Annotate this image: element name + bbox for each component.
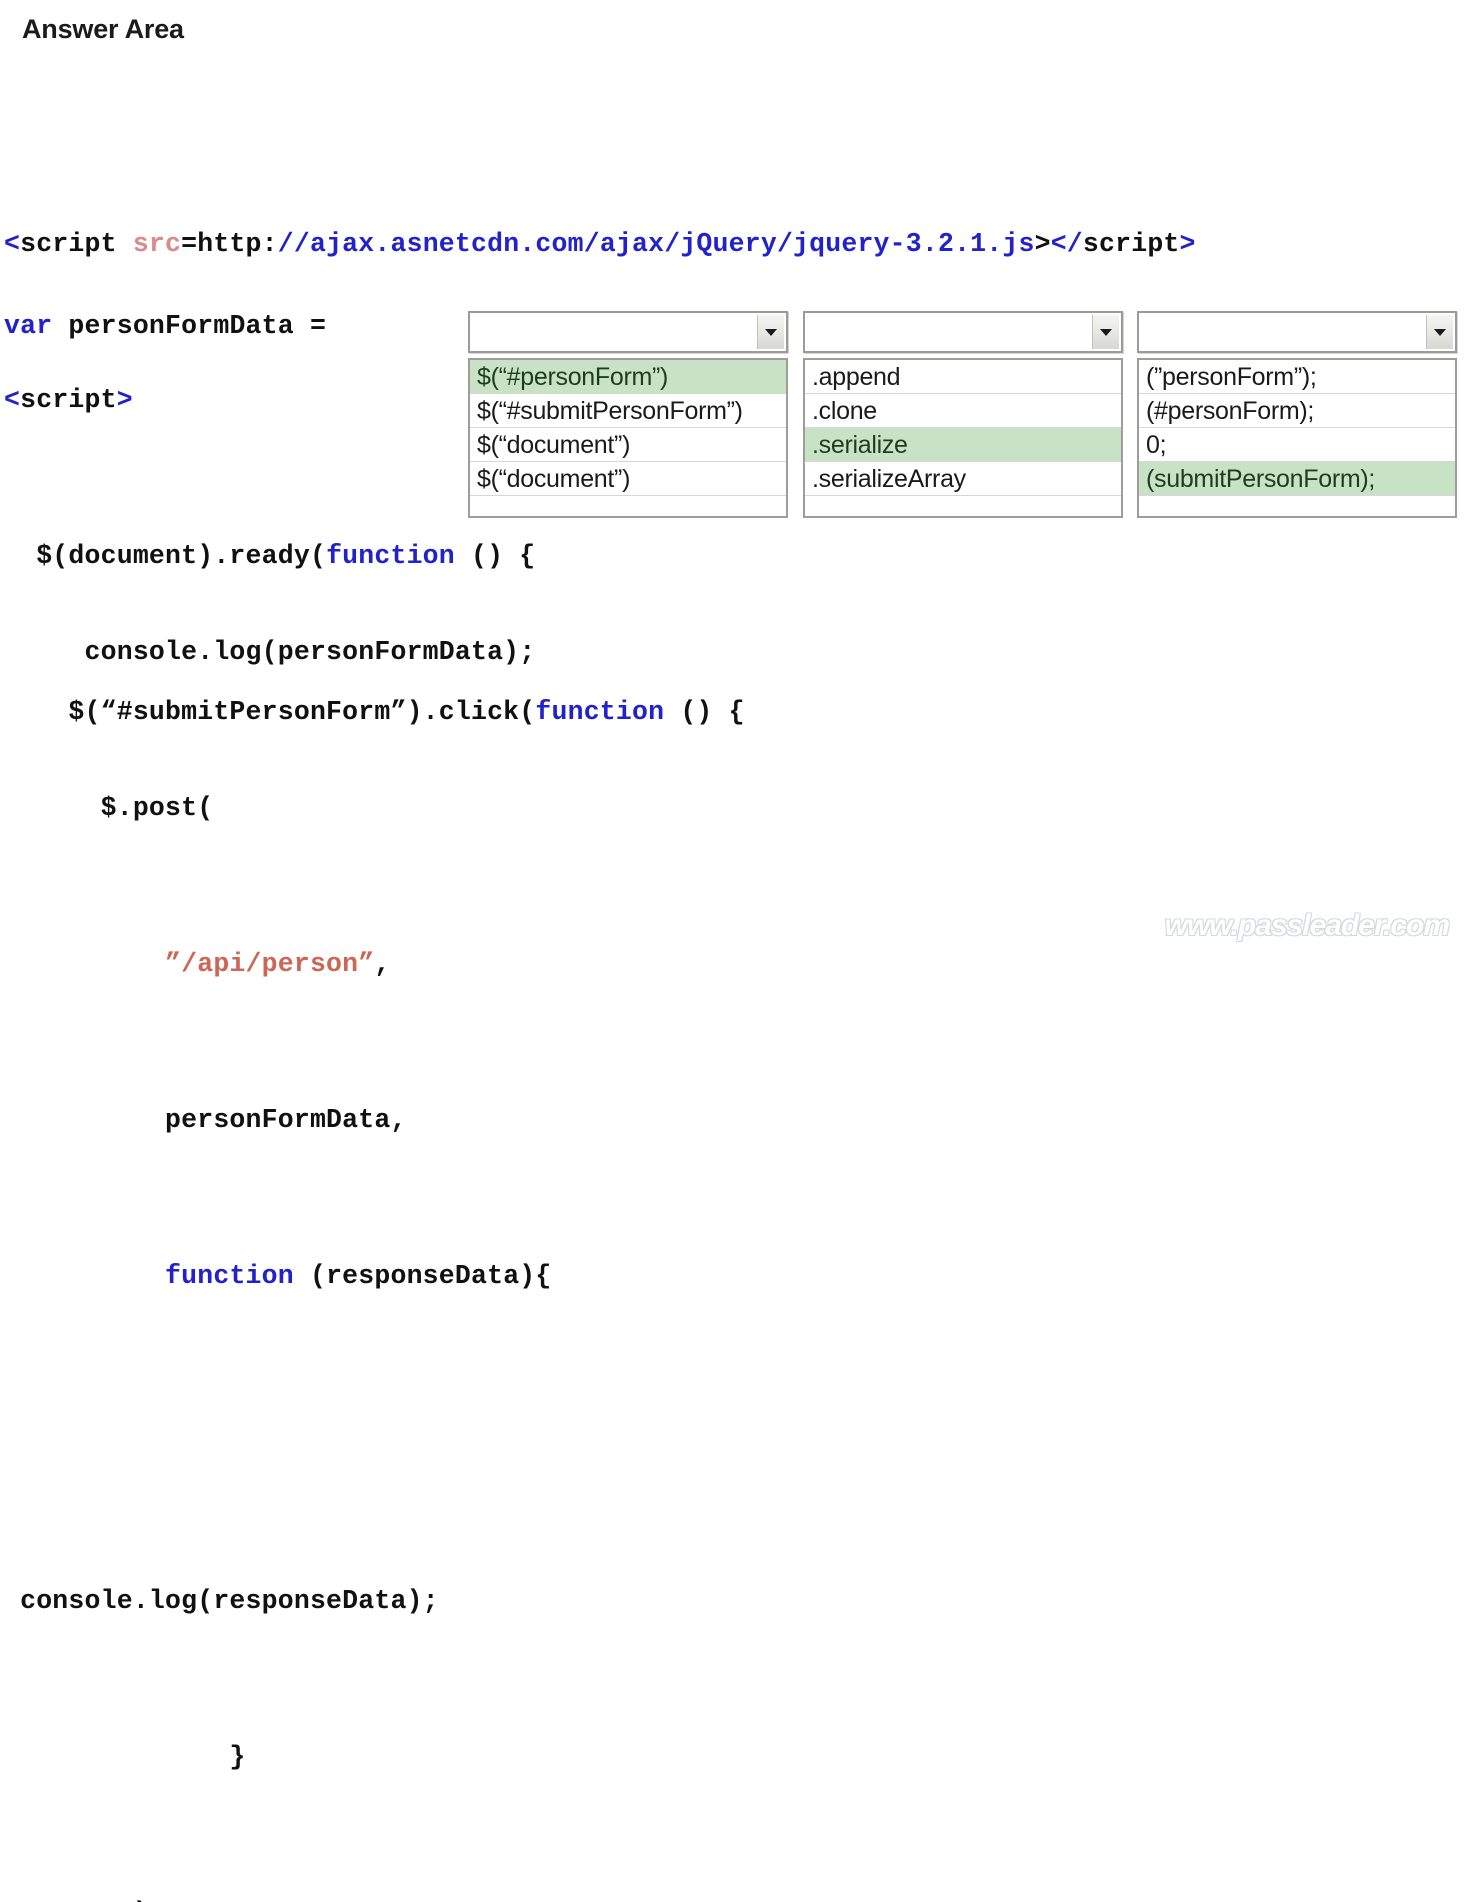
method-dropdown[interactable]: .append .clone .serialize .serializeArra… xyxy=(803,311,1123,518)
script-url: //ajax.asnetcdn.com/ajax/jQuery/jquery-3… xyxy=(277,229,1035,259)
list-item[interactable]: .append xyxy=(805,360,1121,394)
method-dropdown-box[interactable] xyxy=(803,311,1123,353)
var-declaration-label: var personFormData = xyxy=(4,311,326,341)
post-call: $.post( xyxy=(4,793,214,823)
list-filler-row xyxy=(470,496,786,516)
close-tag-open: </ xyxy=(1050,229,1083,259)
chevron-down-glyph xyxy=(1434,328,1446,336)
api-comma: , xyxy=(374,949,391,979)
code-line-close-brace: } xyxy=(0,1738,1465,1777)
console-log-response: console.log(responseData); xyxy=(4,1586,439,1616)
chevron-down-icon[interactable] xyxy=(1426,315,1453,349)
code-line-console-response: console.log(responseData); xyxy=(0,1582,1465,1621)
list-item[interactable]: $(“#submitPersonForm”) xyxy=(470,394,786,428)
list-filler-row xyxy=(805,496,1121,516)
page-title: Answer Area xyxy=(22,14,184,44)
code-line-close-paren: ); xyxy=(0,1894,1465,1902)
close-tag-gt: > xyxy=(1179,229,1196,259)
list-item[interactable]: .clone xyxy=(805,394,1121,428)
list-item[interactable]: $(“document”) xyxy=(470,428,786,462)
chevron-down-glyph xyxy=(1100,328,1112,336)
close-tag-name: script xyxy=(1082,229,1180,259)
code-line-post: $.post( xyxy=(0,789,1465,828)
selector-dropdown-box[interactable] xyxy=(468,311,788,353)
list-item[interactable]: .serializeArray xyxy=(805,462,1121,496)
code-line-spacer xyxy=(0,1413,1465,1465)
list-item[interactable]: .serialize xyxy=(805,428,1121,462)
selector-dropdown[interactable]: $(“#personForm”) $(“#submitPersonForm”) … xyxy=(468,311,788,518)
argument-dropdown-box[interactable] xyxy=(1137,311,1457,353)
attr-src: src xyxy=(132,229,182,259)
chevron-down-icon[interactable] xyxy=(757,315,784,349)
api-indent xyxy=(4,949,165,979)
api-path-string: ”/api/person” xyxy=(165,949,375,979)
code-line-formdata-arg: personFormData, xyxy=(0,1101,1465,1140)
eq-http: =http: xyxy=(181,229,278,259)
list-item[interactable]: $(“document”) xyxy=(470,462,786,496)
chevron-down-glyph xyxy=(765,328,777,336)
selector-dropdown-list[interactable]: $(“#personForm”) $(“#submitPersonForm”) … xyxy=(468,358,788,518)
code-listing-lower: console.log(personFormData); $.post( ”/a… xyxy=(0,516,1465,1902)
code-line-callback: function (responseData){ xyxy=(0,1257,1465,1296)
dropdown-row: var personFormData = $(“#personForm”) $(… xyxy=(0,303,1465,518)
chevron-down-icon[interactable] xyxy=(1092,315,1119,349)
callback-indent xyxy=(4,1261,165,1291)
close-brace: } xyxy=(4,1742,246,1772)
angle-bracket-close: > xyxy=(1034,229,1051,259)
keyword-function: function xyxy=(165,1261,294,1291)
code-line-script-src: <script src=http://ajax.asnetcdn.com/aja… xyxy=(0,225,1465,264)
var-name-assign: personFormData = xyxy=(52,311,327,341)
close-paren: ); xyxy=(4,1898,165,1902)
callback-params: (responseData){ xyxy=(293,1261,552,1291)
list-item[interactable]: 0; xyxy=(1139,428,1455,462)
list-item[interactable]: $(“#personForm”) xyxy=(470,360,786,394)
keyword-var: var xyxy=(4,311,53,341)
code-line-console-person: console.log(personFormData); xyxy=(0,633,1465,672)
method-dropdown-list[interactable]: .append .clone .serialize .serializeArra… xyxy=(803,358,1123,518)
angle-bracket-open: < xyxy=(4,229,21,259)
argument-dropdown[interactable]: (”personForm”); (#personForm); 0; (submi… xyxy=(1137,311,1457,518)
watermark: www.passleader.com xyxy=(1164,909,1450,942)
console-log-person: console.log(personFormData); xyxy=(4,637,536,667)
tag-name-script: script xyxy=(20,229,133,259)
list-filler-row xyxy=(1139,496,1455,516)
argument-dropdown-list[interactable]: (”personForm”); (#personForm); 0; (submi… xyxy=(1137,358,1457,518)
list-item[interactable]: (#personForm); xyxy=(1139,394,1455,428)
formdata-arg: personFormData, xyxy=(4,1105,407,1135)
list-item[interactable]: (submitPersonForm); xyxy=(1139,462,1455,496)
list-item[interactable]: (”personForm”); xyxy=(1139,360,1455,394)
